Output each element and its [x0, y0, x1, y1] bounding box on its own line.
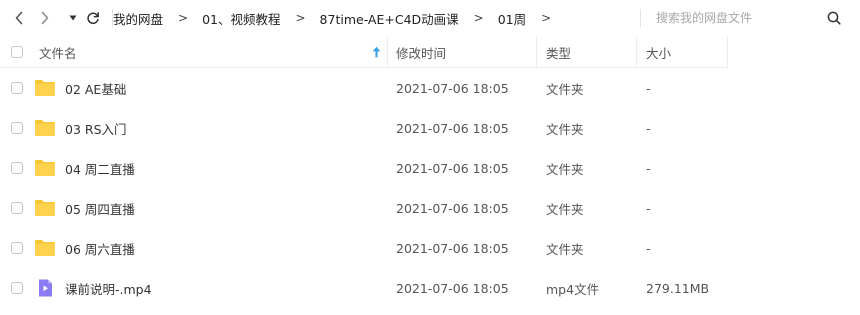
column-header-name-label: 文件名 — [39, 45, 77, 61]
file-type: 文件夹 — [546, 241, 584, 257]
refresh-icon — [87, 12, 99, 24]
back-button[interactable] — [8, 7, 30, 29]
file-name[interactable]: 05 周四直播 — [65, 188, 135, 228]
row-checkbox[interactable] — [11, 282, 23, 294]
breadcrumb-item-course[interactable]: 87time-AE+C4D动画课 — [320, 9, 459, 28]
file-type: 文件夹 — [546, 161, 584, 177]
file-row[interactable]: 03 RS入门 2021-07-06 18:05 文件夹 - — [0, 108, 860, 148]
file-modified: 2021-07-06 18:05 — [396, 280, 509, 296]
file-name[interactable]: 06 周六直播 — [65, 228, 135, 268]
file-size: - — [646, 160, 651, 176]
file-modified: 2021-07-06 18:05 — [396, 200, 509, 216]
column-header-size[interactable]: 大小 — [646, 36, 671, 68]
sort-arrow-up-icon[interactable] — [372, 46, 381, 58]
row-checkbox[interactable] — [11, 202, 23, 214]
file-row[interactable]: 02 AE基础 2021-07-06 18:05 文件夹 - — [0, 68, 860, 108]
file-row[interactable]: 04 周二直播 2021-07-06 18:05 文件夹 - — [0, 148, 860, 188]
breadcrumb-item-week-1[interactable]: 01周 — [498, 9, 526, 28]
file-size: - — [646, 120, 651, 136]
column-header-modified[interactable]: 修改时间 — [396, 36, 446, 68]
file-size: 279.11MB — [646, 280, 710, 296]
breadcrumb-separator: > — [295, 11, 306, 25]
refresh-button[interactable] — [82, 7, 104, 29]
column-divider — [387, 36, 388, 68]
row-checkbox[interactable] — [11, 242, 23, 254]
folder-icon — [35, 160, 55, 176]
row-checkbox[interactable] — [11, 82, 23, 94]
file-modified: 2021-07-06 18:05 — [396, 240, 509, 256]
file-type: 文件夹 — [546, 201, 584, 217]
row-checkbox[interactable] — [11, 162, 23, 174]
file-modified: 2021-07-06 18:05 — [396, 120, 509, 136]
caret-down-icon — [69, 15, 77, 21]
row-checkbox[interactable] — [11, 122, 23, 134]
breadcrumb-item-my-drive[interactable]: 我的网盘 — [113, 9, 163, 28]
file-size: - — [646, 200, 651, 216]
forward-button[interactable] — [34, 7, 56, 29]
column-header-type-label: 类型 — [546, 45, 572, 61]
search-divider — [640, 9, 641, 27]
history-dropdown-button[interactable] — [62, 7, 84, 29]
toolbar: 我的网盘 > 01、视频教程 > 87time-AE+C4D动画课 > 01周 … — [0, 0, 860, 36]
folder-icon — [35, 80, 55, 96]
file-row[interactable]: 课前说明-.mp4 2021-07-06 18:05 mp4文件 279.11M… — [0, 268, 860, 308]
folder-icon — [35, 120, 55, 136]
search-input[interactable] — [656, 8, 816, 28]
column-divider — [536, 36, 537, 68]
breadcrumb-separator: > — [473, 11, 484, 25]
chevron-right-icon — [41, 11, 49, 25]
file-type: 文件夹 — [546, 121, 584, 137]
file-row[interactable]: 06 周六直播 2021-07-06 18:05 文件夹 - — [0, 228, 860, 268]
file-size: - — [646, 240, 651, 256]
column-divider — [636, 36, 637, 68]
breadcrumb: 我的网盘 > 01、视频教程 > 87time-AE+C4D动画课 > 01周 … — [113, 0, 565, 36]
folder-icon — [35, 200, 55, 216]
video-file-icon — [39, 279, 52, 297]
breadcrumb-item-video-tutorials[interactable]: 01、视频教程 — [202, 9, 280, 28]
search-icon — [827, 11, 841, 25]
file-modified: 2021-07-06 18:05 — [396, 80, 509, 96]
column-header-type[interactable]: 类型 — [546, 36, 571, 68]
column-header-modified-label: 修改时间 — [396, 45, 447, 61]
file-name[interactable]: 02 AE基础 — [65, 68, 126, 108]
file-name[interactable]: 03 RS入门 — [65, 108, 127, 148]
breadcrumb-separator: > — [178, 11, 189, 25]
file-name[interactable]: 课前说明-.mp4 — [65, 268, 152, 308]
file-name[interactable]: 04 周二直播 — [65, 148, 135, 188]
search-button[interactable] — [824, 8, 844, 28]
select-all-checkbox[interactable] — [11, 46, 23, 58]
breadcrumb-separator: > — [541, 11, 552, 25]
file-size: - — [646, 80, 651, 96]
folder-icon — [35, 240, 55, 256]
file-list-header: 文件名 修改时间 类型 大小 — [0, 36, 860, 68]
file-type: mp4文件 — [546, 281, 600, 297]
column-header-size-label: 大小 — [646, 45, 672, 61]
column-header-name[interactable]: 文件名 — [39, 36, 77, 68]
chevron-left-icon — [15, 11, 23, 25]
file-row[interactable]: 05 周四直播 2021-07-06 18:05 文件夹 - — [0, 188, 860, 228]
file-modified: 2021-07-06 18:05 — [396, 160, 509, 176]
column-divider — [727, 36, 728, 68]
file-type: 文件夹 — [546, 81, 584, 97]
